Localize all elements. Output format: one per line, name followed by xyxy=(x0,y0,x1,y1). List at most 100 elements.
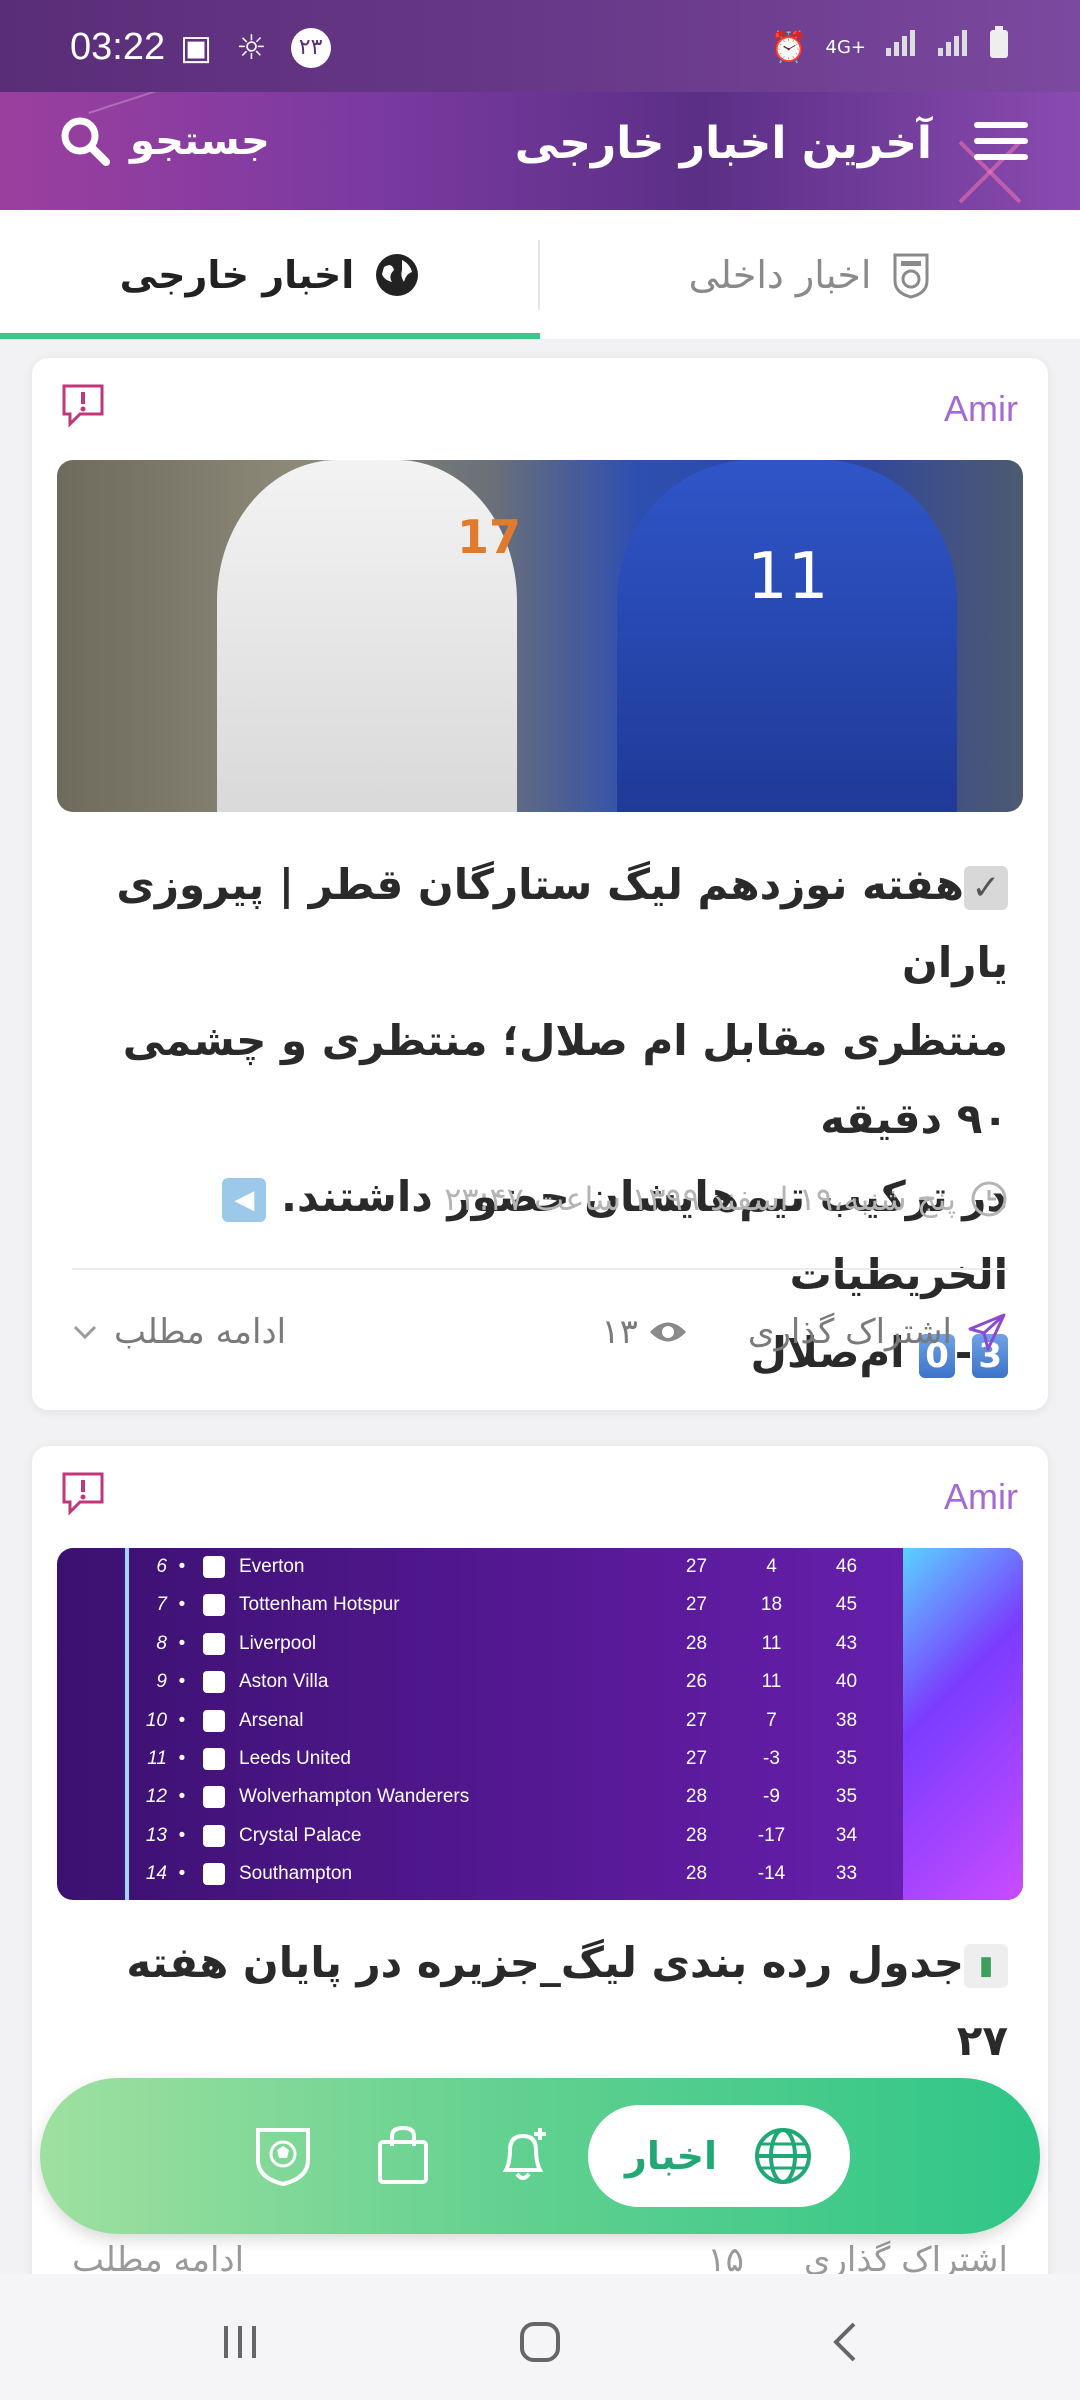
league-points: 33 xyxy=(835,1863,858,1885)
views-number: ۱۳ xyxy=(601,1312,638,1352)
league-table-row: 14 • Southampton 28 -14 33 xyxy=(117,1855,937,1893)
league-points: 38 xyxy=(835,1709,858,1731)
back-icon[interactable] xyxy=(816,2312,876,2372)
soccer-shield-icon[interactable] xyxy=(250,2122,316,2188)
card-author: Amir xyxy=(944,1476,1018,1517)
bottom-navigation: اخبار xyxy=(40,2078,1040,2234)
nav-active-label: اخبار xyxy=(624,2134,718,2178)
league-dot: • xyxy=(178,1671,186,1693)
league-table-row: 11 • Leeds United 27 -3 35 xyxy=(117,1740,937,1778)
app-header: آخرین اخبار خارجی جستجو xyxy=(0,92,1080,210)
news-card[interactable]: Amir 17 11 ✓هفته نوزدهم لیگ ستارگان قطر … xyxy=(32,358,1048,1410)
report-icon[interactable] xyxy=(60,1470,106,1516)
read-more-button[interactable]: ادامه مطلب xyxy=(72,1312,286,1352)
player-blue-number: 11 xyxy=(747,540,829,614)
league-goal-difference: 11 xyxy=(761,1671,782,1693)
search-label: جستجو xyxy=(130,118,270,164)
clock-icon xyxy=(971,1181,1007,1217)
league-team-name: Crystal Palace xyxy=(239,1824,362,1846)
chart-emoji-icon: ▮ xyxy=(964,1943,1008,1988)
league-table-row: 13 • Crystal Palace 28 -17 34 xyxy=(117,1817,937,1855)
news-line-2: منتظری مقابل ام صلال؛ منتظری و چشمی ۹۰ د… xyxy=(122,1016,1008,1143)
league-goal-difference: 18 xyxy=(760,1594,783,1616)
news-line-3b: الخریطیات xyxy=(789,1250,1008,1299)
share-button[interactable]: اشتراک گذاری xyxy=(748,1311,1008,1353)
tab-divider xyxy=(538,240,540,310)
search-button[interactable]: جستجو xyxy=(56,112,270,170)
league-position: 13 xyxy=(145,1824,167,1846)
network-type: 4G+ xyxy=(825,36,866,58)
news-line-1: جدول رده بندی لیگ_جزیره در پایان هفته ۲۷ xyxy=(126,1938,1008,2065)
report-icon[interactable] xyxy=(60,382,106,428)
notification-count-badge: ۲۳ xyxy=(290,28,331,68)
team-crest-icon xyxy=(203,1709,225,1732)
league-played: 27 xyxy=(685,1556,708,1577)
league-dot: • xyxy=(178,1594,186,1616)
league-position: 7 xyxy=(156,1594,167,1616)
league-team-name: Southampton xyxy=(239,1863,353,1885)
league-team-name: Arsenal xyxy=(239,1709,304,1731)
alarm-icon: ⏰ xyxy=(770,29,808,65)
league-position: 8 xyxy=(156,1632,167,1654)
status-left-icons: ▣ ☼ ۲۳ xyxy=(180,28,331,68)
league-table-row: 6 • Everton 27 4 46 xyxy=(117,1548,937,1586)
player-white-number: 17 xyxy=(457,510,522,564)
read-more-label: ادامه مطلب xyxy=(114,1312,287,1352)
chevron-down-icon xyxy=(73,1325,97,1340)
league-team-name: Tottenham Hotspur xyxy=(239,1594,400,1616)
league-position: 6 xyxy=(156,1556,167,1577)
league-goal-difference: 4 xyxy=(766,1556,777,1577)
recent-apps-icon[interactable] xyxy=(210,2312,270,2372)
league-played: 27 xyxy=(685,1748,708,1769)
league-played: 27 xyxy=(685,1594,708,1616)
league-dot: • xyxy=(178,1556,186,1577)
tab-domestic-news[interactable]: اخبار داخلی xyxy=(540,210,1080,339)
shopping-bag-icon[interactable] xyxy=(370,2122,436,2188)
signal-icon-2 xyxy=(936,28,970,66)
nav-item-news[interactable]: اخبار xyxy=(588,2105,850,2207)
league-goal-difference: 11 xyxy=(761,1632,782,1654)
bell-plus-icon[interactable] xyxy=(490,2122,556,2188)
league-goal-difference: -14 xyxy=(757,1863,786,1885)
card-author: Amir xyxy=(944,388,1018,429)
tab-label: اخبار داخلی xyxy=(688,252,872,297)
menu-icon[interactable] xyxy=(966,112,1036,182)
league-played: 28 xyxy=(685,1863,708,1885)
league-goal-difference: -17 xyxy=(757,1824,786,1846)
news-tabs: اخبار خارجی اخبار داخلی xyxy=(0,210,1080,340)
news-line-1: هفته نوزدهم لیگ ستارگان قطر | پیروزی یار… xyxy=(116,860,1008,987)
league-dot: • xyxy=(178,1709,186,1731)
soccer-shield-icon xyxy=(893,253,929,299)
league-played: 26 xyxy=(685,1671,708,1693)
player-blue xyxy=(617,460,957,812)
league-played: 27 xyxy=(685,1709,708,1731)
league-position: 10 xyxy=(145,1709,167,1731)
team-crest-icon xyxy=(203,1632,225,1655)
league-goal-difference: 7 xyxy=(766,1709,777,1731)
battery-icon xyxy=(988,26,1010,68)
signal-icon xyxy=(884,28,918,66)
league-team-name: Everton xyxy=(239,1556,305,1577)
page-title: آخرین اخبار خارجی xyxy=(514,118,932,169)
home-icon[interactable] xyxy=(510,2312,570,2372)
league-dot: • xyxy=(178,1824,186,1846)
league-position: 9 xyxy=(156,1671,167,1693)
search-icon xyxy=(61,117,110,166)
card-date: پنج شنبه،۱۹ اسفند ۱۳۹۹ ساعت ۲۳:۴۷ xyxy=(444,1180,956,1218)
league-points: 46 xyxy=(835,1556,858,1577)
team-crest-icon xyxy=(203,1748,225,1770)
tab-label: اخبار خارجی xyxy=(119,252,355,297)
team-crest-icon xyxy=(203,1824,225,1847)
play-emoji-icon: ◀ xyxy=(222,1177,267,1222)
league-played: 28 xyxy=(685,1786,708,1808)
views-count: ۱۳ xyxy=(601,1312,688,1352)
league-team-name: Leeds United xyxy=(239,1748,351,1769)
league-team-name: Aston Villa xyxy=(239,1671,329,1693)
news-image[interactable]: 17 11 xyxy=(57,460,1023,812)
league-position: 14 xyxy=(145,1863,167,1885)
weather-icon: ☼ xyxy=(236,28,267,68)
league-table-image[interactable]: 6 • Everton 27 4 46 7 • Tottenham Hotspur 27 18 45 8… xyxy=(57,1548,1023,1900)
tab-foreign-news[interactable]: اخبار خارجی xyxy=(0,210,540,339)
send-icon xyxy=(968,1313,1006,1351)
system-navigation-bar xyxy=(0,2274,1080,2400)
